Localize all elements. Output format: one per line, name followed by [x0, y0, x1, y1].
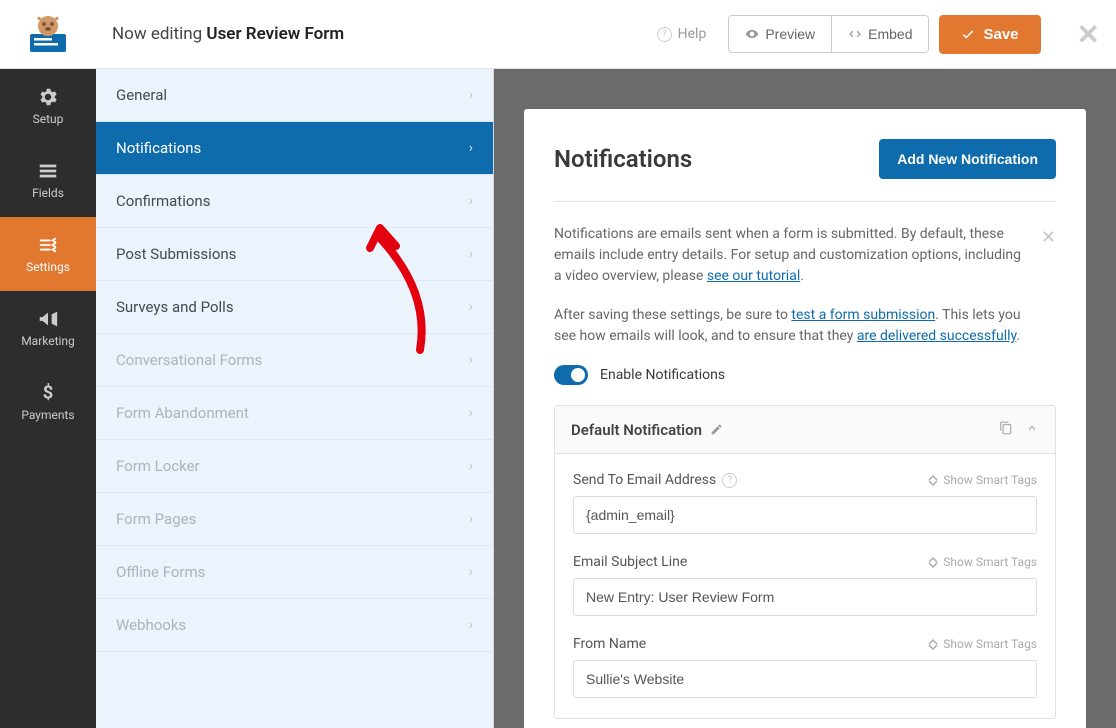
- preview-button[interactable]: Preview: [729, 16, 832, 52]
- settings-subnav: General›Notifications›Confirmations›Post…: [96, 69, 494, 728]
- chevron-right-icon: ›: [469, 87, 473, 103]
- subnav-item-form-pages[interactable]: Form Pages›: [96, 493, 493, 546]
- subnav-item-post-submissions[interactable]: Post Submissions›: [96, 228, 493, 281]
- card-title: Default Notification: [571, 421, 723, 439]
- smart-tags-from-name[interactable]: Show Smart Tags: [927, 637, 1037, 651]
- chevron-right-icon: ›: [469, 511, 473, 527]
- tag-icon: [927, 638, 939, 650]
- rail-marketing[interactable]: Marketing: [0, 291, 96, 365]
- form-name: User Review Form: [206, 24, 344, 44]
- notification-card: Default Notification Send To Email Addre…: [554, 405, 1056, 719]
- rail-settings[interactable]: Settings: [0, 217, 96, 291]
- send-to-input[interactable]: [573, 496, 1037, 534]
- chevron-right-icon: ›: [469, 193, 473, 209]
- add-notification-button[interactable]: Add New Notification: [879, 139, 1056, 179]
- chevron-right-icon: ›: [469, 405, 473, 421]
- check-icon: [961, 27, 975, 41]
- editing-prefix: Now editing: [112, 24, 202, 44]
- chevron-right-icon: ›: [469, 564, 473, 580]
- subnav-item-form-abandonment[interactable]: Form Abandonment›: [96, 387, 493, 440]
- pencil-icon[interactable]: [710, 423, 723, 436]
- code-icon: [848, 27, 862, 41]
- subnav-item-form-locker[interactable]: Form Locker›: [96, 440, 493, 493]
- logo[interactable]: [0, 0, 96, 69]
- left-rail: SetupFieldsSettingsMarketing$Payments: [0, 69, 96, 728]
- enable-toggle-row: Enable Notifications: [554, 365, 1056, 385]
- smart-tags-subject[interactable]: Show Smart Tags: [927, 555, 1037, 569]
- card-body: Send To Email Address ? Show Smart Tags …: [555, 454, 1055, 718]
- help-label: Help: [678, 26, 707, 42]
- chevron-right-icon: ›: [469, 458, 473, 474]
- subnav-item-webhooks[interactable]: Webhooks›: [96, 599, 493, 652]
- wpforms-logo-icon: [26, 12, 70, 56]
- subnav-item-conversational-forms[interactable]: Conversational Forms›: [96, 334, 493, 387]
- help-icon: ?: [657, 27, 672, 42]
- enable-label: Enable Notifications: [600, 367, 725, 383]
- chevron-right-icon: ›: [469, 246, 473, 262]
- copy-icon[interactable]: [999, 420, 1013, 439]
- tag-icon: [927, 474, 939, 486]
- chevron-right-icon: ›: [469, 140, 473, 156]
- subject-label: Email Subject Line: [573, 554, 687, 570]
- subnav-item-offline-forms[interactable]: Offline Forms›: [96, 546, 493, 599]
- notifications-panel: Notifications Add New Notification ✕ Not…: [524, 109, 1086, 728]
- chevron-right-icon: ›: [469, 299, 473, 315]
- test-submission-link[interactable]: test a form submission: [791, 307, 935, 323]
- editing-title: Now editing User Review Form: [112, 24, 344, 44]
- chevron-right-icon: ›: [469, 352, 473, 368]
- subnav-item-surveys-and-polls[interactable]: Surveys and Polls›: [96, 281, 493, 334]
- preview-embed-group: Preview Embed: [728, 15, 929, 53]
- eye-icon: [745, 27, 759, 41]
- from-name-input[interactable]: [573, 660, 1037, 698]
- save-button[interactable]: Save: [939, 15, 1040, 54]
- from-name-label: From Name: [573, 636, 646, 652]
- rail-setup[interactable]: Setup: [0, 69, 96, 143]
- panel-header: Notifications Add New Notification: [554, 139, 1056, 202]
- subnav-item-general[interactable]: General›: [96, 69, 493, 122]
- panel-title: Notifications: [554, 145, 692, 173]
- rail-fields[interactable]: Fields: [0, 143, 96, 217]
- top-actions: ? Help Preview Embed Save: [657, 15, 1061, 54]
- svg-text:$: $: [43, 383, 54, 404]
- send-to-label: Send To Email Address ?: [573, 472, 737, 488]
- topbar: Now editing User Review Form ? Help Prev…: [0, 0, 1116, 69]
- embed-button[interactable]: Embed: [832, 16, 928, 52]
- subnav-item-confirmations[interactable]: Confirmations›: [96, 175, 493, 228]
- panel-description: ✕ Notifications are emails sent when a f…: [554, 224, 1056, 347]
- rail-payments[interactable]: $Payments: [0, 365, 96, 439]
- delivered-link[interactable]: are delivered successfully: [857, 328, 1017, 344]
- dismiss-icon[interactable]: ✕: [1041, 224, 1056, 251]
- subject-input[interactable]: [573, 578, 1037, 616]
- subnav-item-notifications[interactable]: Notifications›: [96, 122, 493, 175]
- smart-tags-send-to[interactable]: Show Smart Tags: [927, 473, 1037, 487]
- help-link[interactable]: ? Help: [657, 26, 707, 42]
- tag-icon: [927, 556, 939, 568]
- help-icon[interactable]: ?: [722, 473, 737, 488]
- card-header: Default Notification: [555, 406, 1055, 454]
- enable-notifications-toggle[interactable]: [554, 365, 588, 385]
- tutorial-link[interactable]: see our tutorial: [707, 268, 800, 284]
- collapse-icon[interactable]: [1025, 420, 1039, 439]
- chevron-right-icon: ›: [469, 617, 473, 633]
- content-area: Notifications Add New Notification ✕ Not…: [494, 69, 1116, 728]
- close-button[interactable]: ✕: [1061, 18, 1116, 51]
- card-actions: [999, 420, 1039, 439]
